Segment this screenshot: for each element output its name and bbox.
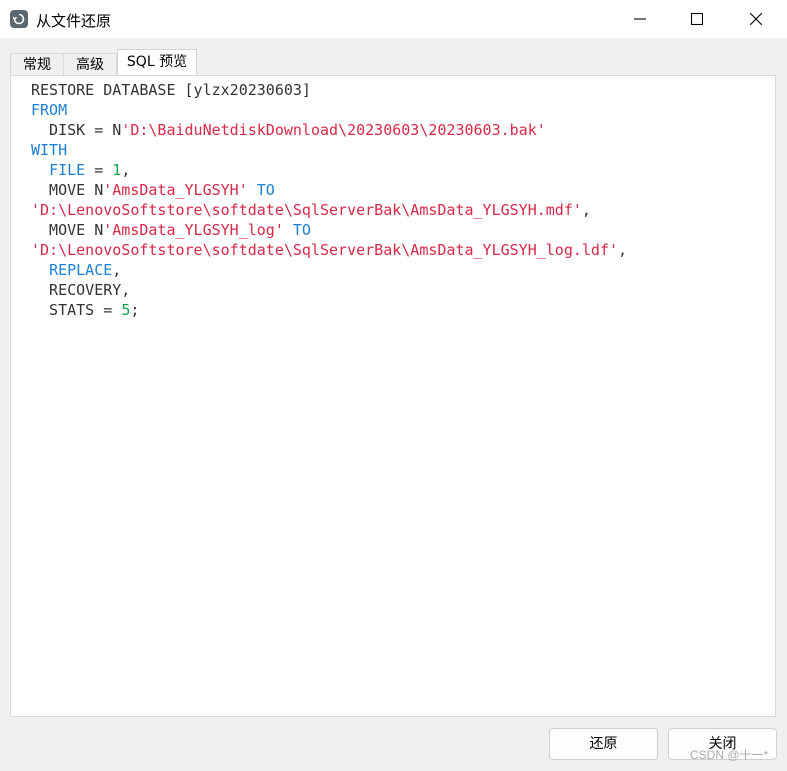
sql-token: , <box>121 161 131 179</box>
sql-line: 'D:\LenovoSoftstore\softdate\SqlServerBa… <box>31 200 627 220</box>
sql-token: , <box>581 201 591 219</box>
sql-token: = <box>85 161 113 179</box>
sql-token: FROM <box>31 101 68 119</box>
sql-token: 1 <box>112 161 122 179</box>
restore-button[interactable]: 还原 <box>549 728 658 760</box>
sql-token: TO <box>256 181 275 199</box>
title-bar: 从文件还原 <box>0 0 787 38</box>
sql-token: RESTORE DATABASE [ylzx20230603] <box>31 81 311 99</box>
sql-token: TO <box>292 221 311 239</box>
sql-code-text[interactable]: RESTORE DATABASE [ylzx20230603] FROM DISK… <box>31 80 627 320</box>
sql-line: MOVE N'AmsData_YLGSYH_log' TO <box>31 220 627 240</box>
window-title: 从文件还原 <box>36 12 112 30</box>
tab-advanced[interactable]: 高级 <box>63 53 117 76</box>
sql-token: , <box>112 261 122 279</box>
sql-token: MOVE N <box>31 181 104 199</box>
sql-token: 5 <box>121 301 131 319</box>
minimize-icon <box>634 18 646 20</box>
sql-token: ; <box>130 301 140 319</box>
maximize-button[interactable] <box>669 0 725 38</box>
close-icon <box>750 13 762 25</box>
sql-line: FROM <box>31 100 627 120</box>
restore-database-icon <box>10 10 28 28</box>
sql-token: DISK = N <box>31 121 122 139</box>
sql-token: RECOVERY, <box>31 281 131 299</box>
maximize-icon <box>691 13 703 25</box>
sql-line: REPLACE, <box>31 260 627 280</box>
sql-token: 'AmsData_YLGSYH' <box>103 181 248 199</box>
sql-token: FILE <box>49 161 86 179</box>
sql-token: 'AmsData_YLGSYH_log' <box>103 221 284 239</box>
sql-line: 'D:\LenovoSoftstore\softdate\SqlServerBa… <box>31 240 627 260</box>
sql-token: REPLACE <box>49 261 113 279</box>
tab-bar: 常规 高级 SQL 预览 <box>10 49 210 77</box>
sql-token: MOVE N <box>31 221 104 239</box>
sql-line: WITH <box>31 140 627 160</box>
sql-token: 'D:\LenovoSoftstore\softdate\SqlServerBa… <box>31 201 582 219</box>
minimize-button[interactable] <box>612 0 668 38</box>
watermark: CSDN @十一* <box>690 748 769 762</box>
sql-token: STATS = <box>31 301 122 319</box>
sql-preview-panel[interactable]: RESTORE DATABASE [ylzx20230603] FROM DISK… <box>10 75 776 717</box>
close-window-button[interactable] <box>728 0 784 38</box>
tab-general[interactable]: 常规 <box>10 53 64 76</box>
sql-line: RECOVERY, <box>31 280 627 300</box>
sql-token: 'D:\LenovoSoftstore\softdate\SqlServerBa… <box>31 241 618 259</box>
sql-line: DISK = N'D:\BaiduNetdiskDownload\2023060… <box>31 120 627 140</box>
sql-token: , <box>618 241 628 259</box>
sql-line: MOVE N'AmsData_YLGSYH' TO <box>31 180 627 200</box>
tab-sql-preview[interactable]: SQL 预览 <box>117 49 197 77</box>
sql-line: STATS = 5; <box>31 300 627 320</box>
sql-token: 'D:\BaiduNetdiskDownload\20230603\202306… <box>121 121 546 139</box>
sql-token: WITH <box>31 141 68 159</box>
sql-line: RESTORE DATABASE [ylzx20230603] <box>31 80 627 100</box>
sql-line: FILE = 1, <box>31 160 627 180</box>
